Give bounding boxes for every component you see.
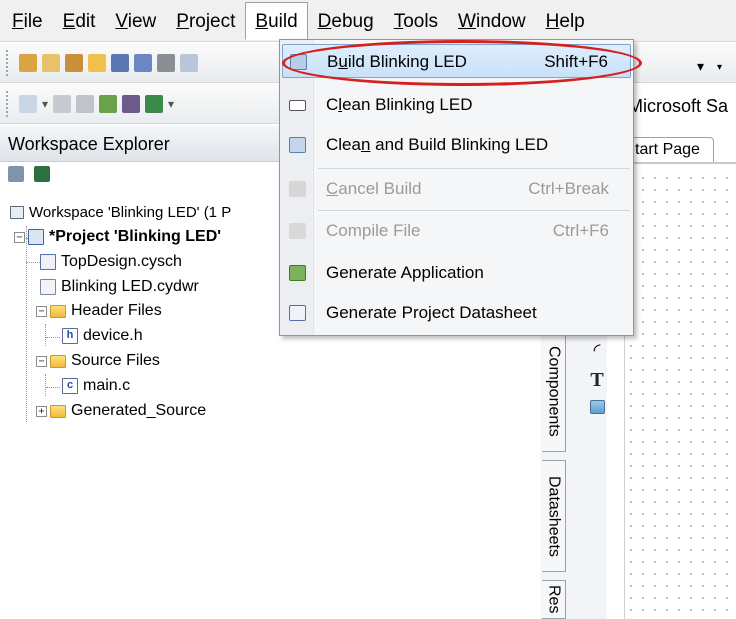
cancel-build-icon [289, 181, 306, 197]
schematic-canvas[interactable] [624, 172, 736, 619]
program-chip-icon[interactable] [122, 94, 141, 113]
menu-tools[interactable]: Tools [384, 2, 448, 40]
tree-file-main-c[interactable]: c main.c [62, 374, 130, 398]
toolbar-font-name[interactable]: Microsoft Sa [628, 96, 728, 117]
design-wide-resources-icon [40, 279, 56, 295]
datasheet-icon [289, 305, 306, 321]
debug-bug-icon[interactable] [145, 94, 164, 113]
tree-file-topdesign[interactable]: TopDesign.cysch [40, 250, 182, 274]
tool-palette: ◜ T [585, 340, 609, 414]
menu-item-compile-file[interactable]: Compile File Ctrl+F6 [282, 214, 631, 248]
expand-toggle[interactable]: + [36, 405, 47, 417]
toolbar-combo-dropdown[interactable]: ▾ ▾ [693, 52, 733, 80]
collapse-toggle[interactable]: − [14, 231, 25, 243]
toolbar-overflow-icon[interactable]: ▾ [717, 62, 722, 73]
tree-folder-generated-source[interactable]: + Generated_Source [36, 399, 206, 423]
compile-icon[interactable] [76, 94, 95, 113]
open-folder-icon[interactable] [88, 53, 106, 72]
collapse-toggle[interactable]: − [36, 355, 47, 367]
project-icon [28, 229, 44, 245]
line-tool-icon[interactable]: ◜ [594, 340, 601, 361]
generate-app-icon[interactable] [99, 94, 118, 113]
menu-debug[interactable]: Debug [308, 2, 384, 40]
menu-edit[interactable]: Edit [53, 2, 106, 40]
tab-strip [622, 162, 736, 164]
tree-project[interactable]: − *Project 'Blinking LED' [14, 225, 221, 249]
workspace-toolbar [8, 166, 50, 182]
menu-help[interactable]: Help [536, 2, 595, 40]
menu-item-generate-datasheet[interactable]: Generate Project Datasheet [282, 296, 631, 330]
tree-workspace-root[interactable]: Workspace 'Blinking LED' (1 P [10, 200, 231, 224]
toolbar-overflow-icon[interactable]: ▾ [168, 97, 174, 111]
clean-icon [289, 100, 306, 111]
tab-datasheets[interactable]: Datasheets [542, 460, 566, 572]
properties-icon[interactable] [34, 166, 50, 182]
menu-item-clean-project[interactable]: Clean Blinking LED [282, 88, 631, 122]
tree-file-cydwr[interactable]: Blinking LED.cydwr [40, 275, 199, 299]
save-icon[interactable] [111, 53, 129, 72]
menu-project[interactable]: Project [166, 2, 245, 40]
tab-start-page[interactable]: tart Page [622, 137, 714, 163]
tab-resources[interactable]: Res [542, 580, 566, 619]
new-workspace-icon[interactable] [19, 53, 37, 72]
collapse-all-icon[interactable] [8, 166, 24, 182]
tree-folder-source-files[interactable]: − Source Files [36, 349, 160, 373]
c-file-icon: c [62, 378, 78, 394]
print-preview-icon[interactable] [180, 53, 198, 72]
build-icon[interactable] [19, 94, 37, 113]
menu-bar: File Edit View Project Build Debug Tools… [0, 0, 736, 42]
compile-icon [289, 223, 306, 239]
menu-file[interactable]: File [2, 2, 53, 40]
tab-components[interactable]: Components [542, 330, 566, 452]
new-project-icon[interactable] [42, 53, 60, 72]
menu-build[interactable]: Build [245, 1, 308, 40]
menu-view[interactable]: View [105, 2, 166, 40]
menu-window[interactable]: Window [448, 2, 536, 40]
image-tool-icon[interactable] [589, 400, 605, 414]
folder-icon [50, 404, 66, 418]
folder-icon [50, 304, 66, 318]
clean-icon[interactable] [53, 94, 72, 113]
workspace-explorer-title: Workspace Explorer [0, 126, 282, 162]
schematic-file-icon [40, 254, 56, 270]
generate-app-icon [289, 265, 306, 281]
add-item-icon[interactable] [65, 53, 83, 72]
print-icon[interactable] [157, 53, 175, 72]
menu-item-clean-and-build[interactable]: Clean and Build Blinking LED [282, 128, 631, 162]
clean-build-icon [289, 137, 306, 153]
annotation-ellipse [282, 40, 642, 86]
header-file-icon: h [62, 328, 78, 344]
toolbar-grip-2[interactable] [6, 90, 10, 117]
menu-item-generate-application[interactable]: Generate Application [282, 256, 631, 290]
chevron-down-icon[interactable]: ▾ [42, 97, 48, 111]
chevron-down-icon: ▾ [697, 58, 705, 74]
tree-file-device-h[interactable]: h device.h [62, 324, 143, 348]
tree-folder-header-files[interactable]: − Header Files [36, 299, 162, 323]
workspace-icon [10, 205, 24, 219]
save-all-icon[interactable] [134, 53, 152, 72]
build-toolbar: ▾ ▾ [0, 84, 282, 124]
collapse-toggle[interactable]: − [36, 305, 47, 317]
menu-item-cancel-build[interactable]: Cancel Build Ctrl+Break [282, 172, 631, 206]
text-tool-icon[interactable]: T [590, 369, 603, 392]
folder-icon [50, 354, 66, 368]
toolbar-grip[interactable] [6, 49, 10, 76]
